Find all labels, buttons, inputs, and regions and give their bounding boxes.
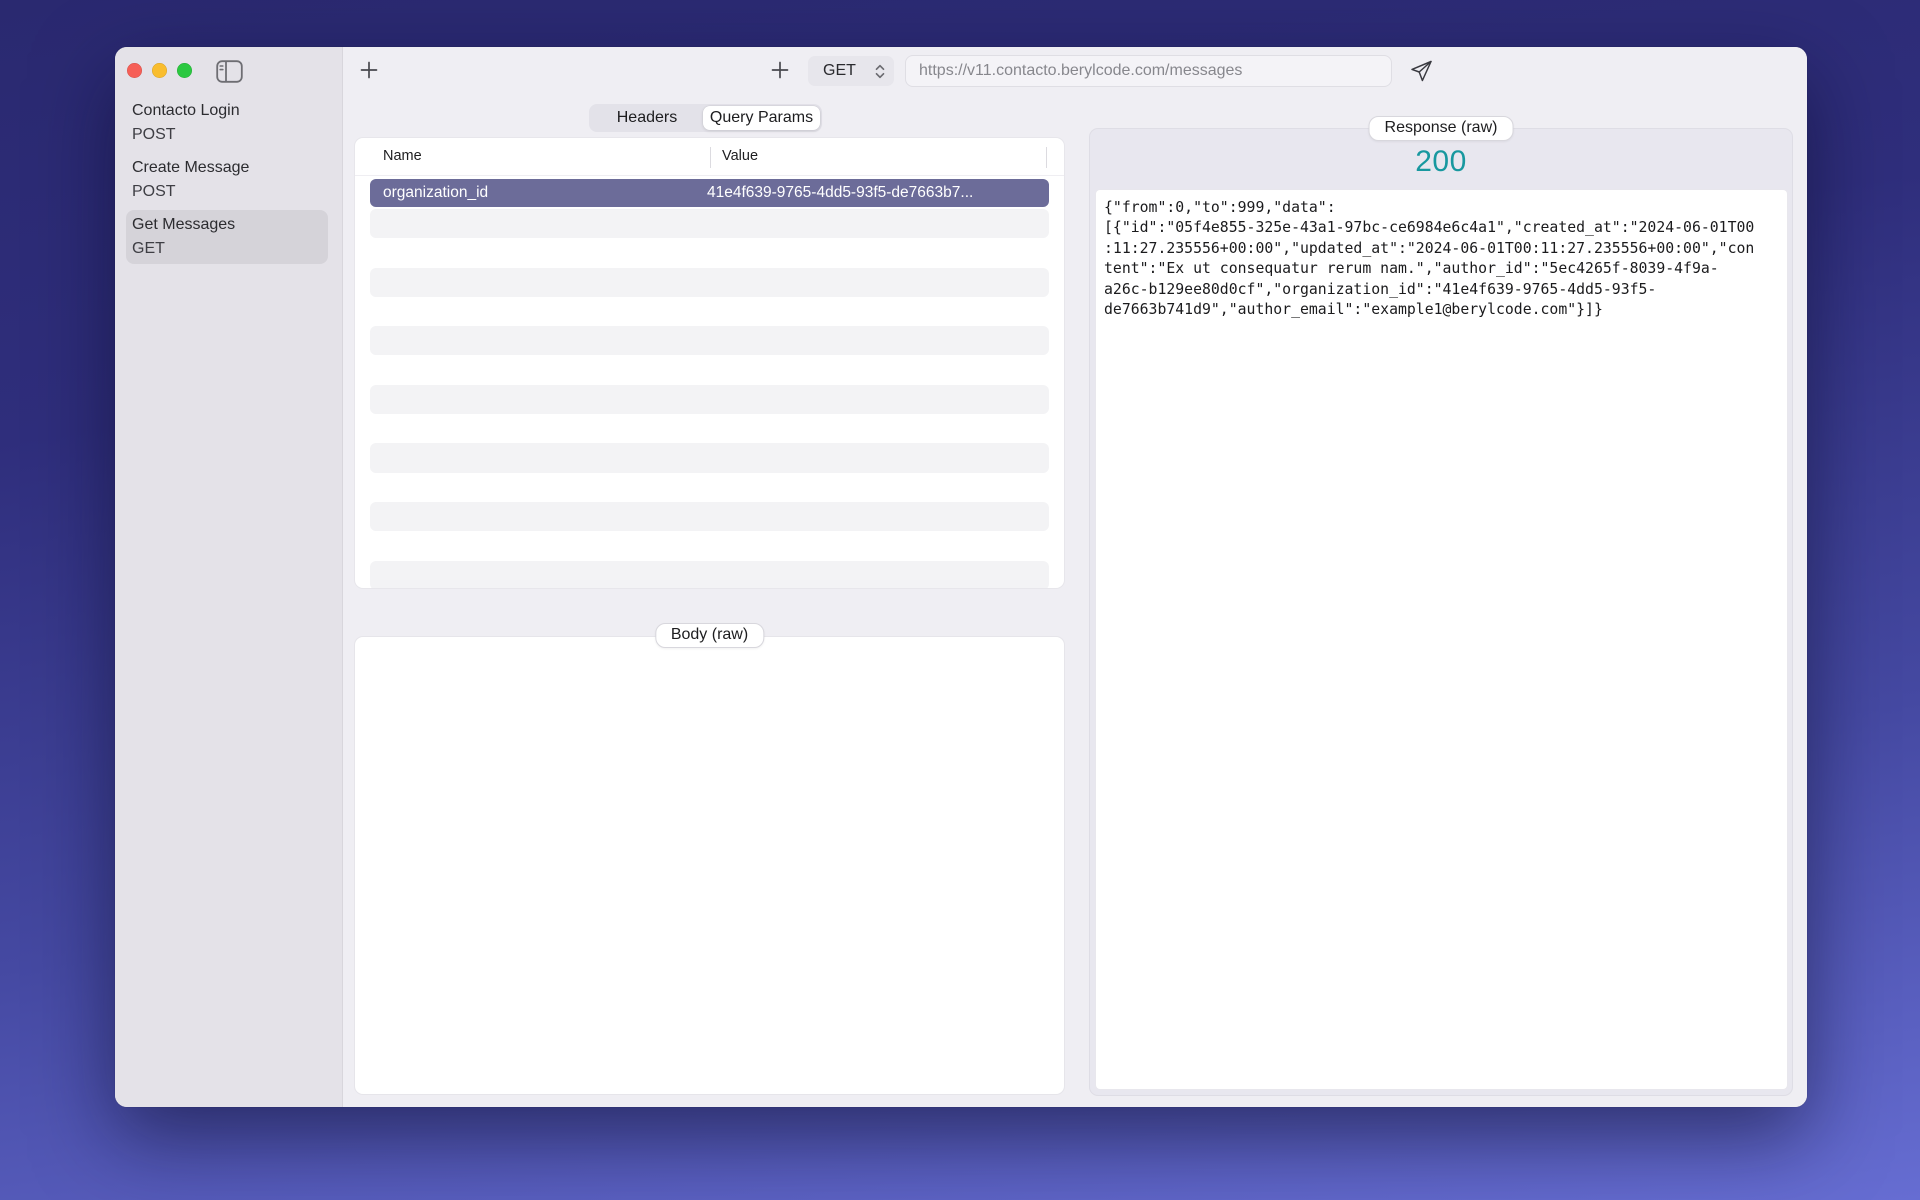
- plus-icon: [360, 61, 378, 79]
- query-params-panel: Name Value organization_id 41e4f639-9765…: [355, 138, 1064, 588]
- method-select-value: GET: [823, 62, 856, 79]
- request-method: POST: [132, 183, 176, 200]
- response-status-code: 200: [1415, 145, 1467, 178]
- param-row-empty[interactable]: [370, 355, 1049, 384]
- response-panel: Response (raw) 200 {"from":0,"to":999,"d…: [1090, 116, 1792, 1095]
- method-select[interactable]: GET: [808, 56, 894, 86]
- response-body-text: {"from":0,"to":999,"data": [{"id":"05f4e…: [1104, 199, 1755, 319]
- param-row-empty[interactable]: [370, 297, 1049, 326]
- tab-headers[interactable]: Headers: [591, 106, 703, 130]
- param-row-empty[interactable]: [370, 238, 1049, 267]
- desktop-background: Contacto Login POST Create Message POST …: [0, 0, 1920, 1200]
- add-tab-button[interactable]: [768, 59, 792, 81]
- params-empty-rows: [370, 209, 1049, 588]
- param-row-empty[interactable]: [370, 384, 1049, 415]
- column-header-value: Value: [722, 148, 759, 164]
- sidebar-item-get-messages[interactable]: Get Messages GET: [126, 210, 328, 264]
- param-row-empty[interactable]: [370, 267, 1049, 297]
- param-row-empty[interactable]: [370, 560, 1049, 588]
- sidebar-panel-icon: [215, 59, 243, 83]
- zoom-window-button[interactable]: [177, 63, 192, 78]
- param-row-empty[interactable]: [370, 414, 1049, 443]
- sidebar-item-contacto-login[interactable]: Contacto Login POST: [126, 96, 328, 150]
- param-row-empty[interactable]: [370, 209, 1049, 239]
- request-method: POST: [132, 126, 176, 143]
- param-row-empty[interactable]: [370, 473, 1049, 502]
- param-row-selected[interactable]: organization_id 41e4f639-9765-4dd5-93f5-…: [370, 179, 1049, 207]
- add-request-button[interactable]: [357, 59, 381, 81]
- chevron-up-down-icon: [875, 64, 885, 78]
- params-rows: organization_id 41e4f639-9765-4dd5-93f5-…: [370, 179, 1049, 588]
- sidebar-toggle-button[interactable]: [214, 59, 244, 83]
- param-value-cell: 41e4f639-9765-4dd5-93f5-de7663b7...: [707, 184, 974, 201]
- close-window-button[interactable]: [127, 63, 142, 78]
- param-row-empty[interactable]: [370, 326, 1049, 356]
- response-raw-badge: Response (raw): [1368, 116, 1514, 141]
- column-divider: [710, 147, 711, 168]
- url-input[interactable]: [905, 55, 1392, 87]
- request-name: Get Messages: [132, 216, 236, 233]
- request-view-tabs: Headers Query Params: [589, 104, 822, 132]
- request-name: Contacto Login: [132, 102, 240, 119]
- sidebar: Contacto Login POST Create Message POST …: [115, 47, 343, 1107]
- request-name: Create Message: [132, 159, 250, 176]
- params-table-header: Name Value: [355, 138, 1064, 176]
- param-row-empty[interactable]: [370, 443, 1049, 473]
- request-list: Contacto Login POST Create Message POST …: [126, 96, 328, 267]
- column-divider: [1046, 147, 1047, 168]
- request-method: GET: [132, 240, 165, 257]
- minimize-window-button[interactable]: [152, 63, 167, 78]
- sidebar-item-create-message[interactable]: Create Message POST: [126, 153, 328, 207]
- app-window: Contacto Login POST Create Message POST …: [115, 47, 1807, 1107]
- column-header-name: Name: [383, 148, 422, 164]
- plus-icon: [771, 61, 789, 79]
- response-body-box: {"from":0,"to":999,"data": [{"id":"05f4e…: [1096, 190, 1787, 1089]
- body-raw-badge: Body (raw): [654, 623, 765, 648]
- send-request-button[interactable]: [1405, 56, 1437, 86]
- param-name-cell: organization_id: [383, 184, 489, 201]
- tab-query-params[interactable]: Query Params: [703, 106, 820, 130]
- window-controls: [127, 63, 192, 78]
- paper-plane-icon: [1411, 60, 1432, 82]
- request-body-panel: Body (raw): [355, 623, 1064, 1094]
- param-row-empty[interactable]: [370, 501, 1049, 532]
- main-area: GET Headers Query Params: [343, 47, 1807, 1107]
- param-row-empty[interactable]: [370, 531, 1049, 560]
